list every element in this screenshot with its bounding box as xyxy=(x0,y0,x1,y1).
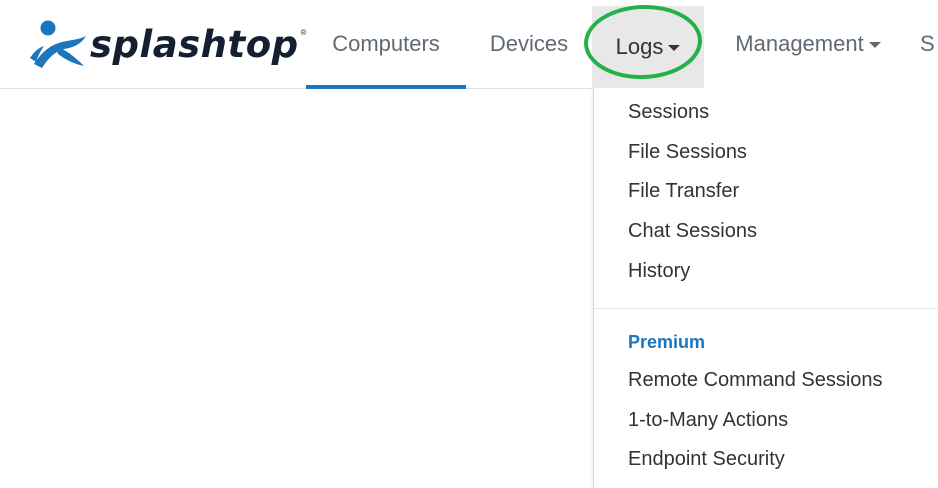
menu-item-remote-command-sessions[interactable]: Remote Command Sessions xyxy=(628,369,883,392)
premium-section-header: Premium xyxy=(628,332,706,352)
nav-item-logs[interactable]: Logs xyxy=(592,6,704,88)
nav-item-devices[interactable]: Devices xyxy=(470,0,588,88)
caret-down-icon xyxy=(668,45,681,51)
menu-divider xyxy=(594,308,938,309)
nav-item-label: Logs xyxy=(615,34,664,59)
splashtop-logo-icon xyxy=(30,20,86,68)
menu-item-endpoint-security[interactable]: Endpoint Security xyxy=(628,448,785,471)
nav-item-truncated[interactable]: S xyxy=(920,0,938,88)
menu-item-one-to-many-actions[interactable]: 1-to-Many Actions xyxy=(628,409,788,432)
menu-item-file-sessions[interactable]: File Sessions xyxy=(628,141,747,164)
caret-down-icon xyxy=(868,42,881,48)
menu-item-chat-sessions[interactable]: Chat Sessions xyxy=(628,220,757,243)
nav-item-label: S xyxy=(920,31,935,56)
logs-dropdown-menu: Sessions File Sessions File Transfer Cha… xyxy=(593,88,938,488)
active-tab-indicator xyxy=(306,85,466,89)
nav-item-label: Management xyxy=(735,31,864,56)
top-navbar: splashtop ® Computers Devices Logs Manag… xyxy=(0,0,938,89)
menu-item-sessions[interactable]: Sessions xyxy=(628,101,709,124)
menu-item-file-transfer[interactable]: File Transfer xyxy=(628,180,739,203)
brand-name: splashtop xyxy=(90,22,299,66)
menu-item-history[interactable]: History xyxy=(628,260,690,283)
nav-item-management[interactable]: Management xyxy=(708,0,908,88)
nav-item-label: Devices xyxy=(489,31,569,56)
nav-item-label: Computers xyxy=(332,31,440,56)
nav-item-computers[interactable]: Computers xyxy=(306,0,466,89)
splashtop-logo[interactable]: splashtop ® xyxy=(28,14,307,74)
